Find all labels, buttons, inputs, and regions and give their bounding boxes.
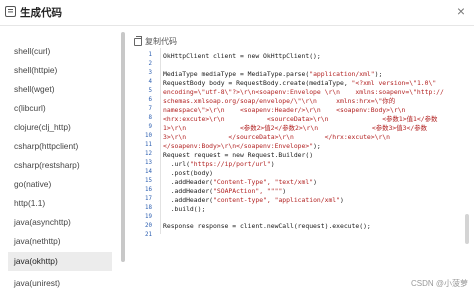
sidebar-item-shell-wget[interactable]: shell(wget): [8, 80, 112, 99]
code-icon: [5, 6, 16, 17]
language-sidebar: shell(curl) shell(httpie) shell(wget) c(…: [0, 26, 122, 292]
code-string: "<?xml version=\"1.0\": [351, 79, 437, 87]
line-number: 19: [145, 214, 152, 220]
copy-code-label: 复制代码: [145, 37, 177, 46]
code-string: "Content-Type", "text/xml": [213, 178, 314, 186]
code-gutter: [160, 48, 161, 234]
code-line: encoding=\"utf-8\"?>\r\n<soapenv:Envelop…: [163, 88, 444, 96]
sidebar-item-csharp-httpclient[interactable]: csharp(httpclient): [8, 137, 112, 156]
code-line: Request request = new Request.Builder(): [163, 151, 313, 160]
code-line: RequestBody body = RequestBody.create(me…: [163, 79, 436, 88]
line-number: 10: [145, 133, 152, 139]
sidebar-item-clojure[interactable]: clojure(clj_http): [8, 118, 112, 137]
code-line: .post(body): [163, 169, 213, 178]
dialog-title: 生成代码: [20, 7, 62, 19]
line-number: 13: [145, 160, 152, 166]
code-string: "SOAPAction", """": [213, 187, 283, 195]
code-line: .addHeader("content-type", "application/…: [163, 196, 344, 205]
sidebar-item-shell-curl[interactable]: shell(curl): [8, 42, 112, 61]
line-number: 2: [148, 61, 153, 67]
line-number: 1: [148, 52, 153, 58]
code-string: </soapenv:Body>\r\n</soapenv:Envelope>": [163, 142, 314, 150]
code-line: .addHeader("SOAPAction", """"): [163, 187, 286, 196]
line-number: 6: [148, 97, 153, 103]
code-line: schemas.xmlsoap.org/soap/envelope/\"\r\n…: [163, 97, 396, 105]
sidebar-item-c-libcurl[interactable]: c(libcurl): [8, 99, 112, 118]
line-number: 21: [145, 232, 152, 238]
code-line: 3>\r\n </sourceData>\r\n </hrx:excute>\r…: [163, 133, 391, 141]
line-number: 15: [145, 178, 152, 184]
code-text: );: [313, 142, 321, 150]
code-line: MediaType mediaType = MediaType.parse("a…: [163, 70, 382, 79]
code-line-response: Response response = client.newCall(reque…: [163, 222, 371, 230]
code-text: OkHttpClient client = new OkHttpClient()…: [163, 52, 321, 60]
line-number: 9: [148, 124, 153, 130]
code-text: ): [313, 178, 317, 186]
sidebar-item-java-nethttp[interactable]: java(nethttp): [8, 232, 112, 251]
close-icon[interactable]: ×: [457, 3, 465, 19]
code-string: "application/xml": [309, 70, 375, 78]
sidebar-scrollbar[interactable]: [121, 32, 125, 262]
code-text: .post(body): [163, 169, 214, 177]
line-number: 12: [145, 151, 152, 157]
sidebar-item-java-unirest[interactable]: java(unirest): [8, 274, 112, 292]
code-text: .url(: [163, 160, 190, 168]
code-text: .addHeader(: [163, 196, 214, 204]
code-text: RequestBody body = RequestBody.create(me…: [163, 79, 352, 87]
sidebar-item-shell-httpie[interactable]: shell(httpie): [8, 61, 112, 80]
copy-icon: [134, 36, 142, 46]
watermark: CSDN @小菠萝: [410, 279, 468, 288]
line-number: 8: [148, 115, 153, 121]
sidebar-item-java-asynchttp[interactable]: java(asynchttp): [8, 213, 112, 232]
code-line: OkHttpClient client = new OkHttpClient()…: [163, 52, 321, 61]
sidebar-item-go-native[interactable]: go(native): [8, 175, 112, 194]
sidebar-item-http[interactable]: http(1.1): [8, 194, 112, 213]
code-text: ): [270, 160, 275, 168]
code-scrollbar[interactable]: [465, 214, 469, 244]
sidebar-item-java-okhttp[interactable]: java(okhttp): [8, 252, 112, 271]
code-text: .build();: [163, 205, 206, 213]
code-text: MediaType mediaType = MediaType.parse(: [163, 70, 310, 78]
code-text: ): [340, 196, 344, 204]
line-number: 5: [148, 88, 153, 94]
dialog-header: 生成代码 ×: [0, 0, 474, 26]
code-line: namespace\">\r\n <soapenv:Header/>\r\n <…: [163, 106, 406, 114]
line-number: 7: [148, 106, 153, 112]
line-number: 4: [148, 79, 153, 85]
code-string: "https://ip/port/url": [189, 160, 271, 168]
code-line: .url("https://ip/port/url"): [163, 160, 275, 169]
line-number: 3: [148, 70, 153, 76]
code-text: .addHeader(: [163, 178, 214, 186]
line-number: 16: [145, 187, 152, 193]
line-number: 14: [145, 169, 152, 175]
code-text: .addHeader(: [163, 187, 214, 195]
line-number: 17: [145, 196, 152, 202]
line-number: 18: [145, 205, 152, 211]
code-line: <hrx:excute>\r\n <sourceData>\r\n <参数1>值…: [163, 115, 438, 123]
code-block[interactable]: OkHttpClient client = new OkHttpClient()…: [163, 48, 463, 213]
code-line: .build();: [163, 205, 206, 214]
line-number: 20: [145, 223, 152, 229]
code-string: "content-type", "application/xml": [213, 196, 340, 204]
sidebar-item-csharp-restsharp[interactable]: csharp(restsharp): [8, 156, 112, 175]
code-panel: 1 2 3 4 5 6 7 8 9 10 11 12 13 14 15 16 1…: [136, 48, 462, 238]
code-line: .addHeader("Content-Type", "text/xml"): [163, 178, 317, 187]
code-line: 1>\r\n <参数2>值2</参数2>\r\n <参数3>值3</参数: [163, 124, 427, 132]
code-text: ): [282, 187, 287, 195]
code-text: );: [374, 70, 383, 78]
code-line: </soapenv:Body>\r\n</soapenv:Envelope>")…: [163, 142, 321, 151]
copy-code-button[interactable]: 复制代码: [134, 36, 177, 48]
line-number: 11: [145, 142, 152, 148]
code-text: Request request = new Request.Builder(): [163, 151, 314, 159]
